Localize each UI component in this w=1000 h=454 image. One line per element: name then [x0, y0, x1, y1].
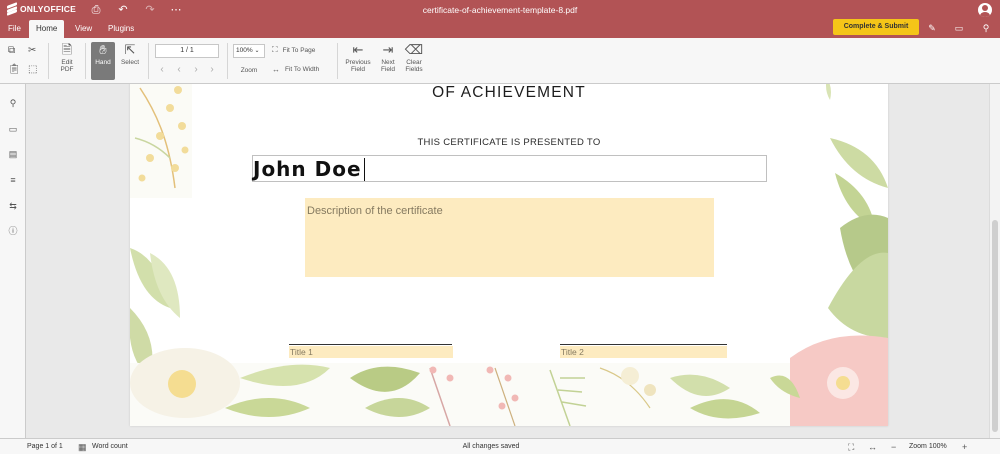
comments-icon[interactable]: ▭ — [7, 123, 19, 135]
next-page-icon[interactable]: › — [191, 64, 201, 75]
cursor-icon: ⇱ — [124, 42, 136, 57]
chevron-down-icon: ⌄ — [254, 48, 260, 54]
zoom-level: Zoom 100% — [909, 443, 947, 450]
user-avatar[interactable] — [978, 3, 992, 17]
page-number-input[interactable]: 1 / 1 — [155, 44, 219, 58]
chat-icon[interactable]: ▤ — [7, 148, 19, 160]
select-label: Select — [120, 59, 140, 66]
toolbar-separator — [148, 43, 149, 79]
zoom-label: Zoom — [240, 67, 258, 74]
tab-home[interactable]: Home — [29, 20, 65, 38]
pdf-page: OF ACHIEVEMENT THIS CERTIFICATE IS PRESE… — [130, 84, 888, 426]
recipient-name-field[interactable]: John Doe — [252, 155, 767, 182]
previous-field-label: Previous Field — [345, 59, 371, 73]
hand-tool-button[interactable]: ✋︎ Hand — [91, 42, 115, 80]
toolbar-separator — [227, 43, 228, 79]
status-bar: Page 1 of 1 ▦ Word count All changes sav… — [0, 438, 1000, 454]
edit-pdf-icon: 🗎︎ — [61, 42, 73, 57]
fit-to-width-icon: ↔ — [272, 65, 280, 74]
toolbar-separator — [85, 43, 86, 79]
vertical-scrollbar[interactable] — [989, 84, 1000, 438]
next-field-icon: ⇥ — [382, 42, 394, 57]
search-icon[interactable]: ⚲ — [7, 97, 19, 109]
signature-line-1 — [289, 344, 452, 345]
title-2-field[interactable]: Title 2 — [560, 346, 727, 358]
fit-to-page-icon[interactable]: ⛶ — [848, 441, 854, 453]
zoom-out-icon[interactable]: − — [891, 441, 896, 453]
clear-fields-button[interactable]: ⌫ Clear Fields — [402, 42, 426, 80]
next-field-label: Next Field — [380, 59, 396, 73]
hand-icon: ✋︎ — [99, 42, 107, 57]
recipient-name-value: John Doe — [253, 157, 362, 181]
fit-to-page-button[interactable]: ⛶ Fit To Page — [272, 45, 315, 55]
zoom-value: 100% — [236, 47, 253, 54]
zoom-select[interactable]: 100% ⌄ — [233, 44, 265, 58]
save-status: All changes saved — [462, 443, 520, 450]
signature-line-2 — [560, 344, 727, 345]
copy-icon[interactable]: ⧉ — [8, 45, 15, 57]
tab-view[interactable]: View — [68, 20, 99, 38]
description-field[interactable]: Description of the certificate — [305, 198, 714, 277]
navigation-icon[interactable]: ≡ — [7, 174, 19, 186]
thumbnails-icon[interactable]: ⇆ — [7, 200, 19, 212]
toolbar-separator — [337, 43, 338, 79]
tab-file[interactable]: File — [1, 20, 28, 38]
title-bar: ONLYOFFICE ⎙ ↶ ↷ ⋯ certificate-of-achiev… — [0, 0, 1000, 20]
hand-label: Hand — [95, 59, 111, 66]
open-folder-icon[interactable]: ▭ — [953, 22, 965, 34]
text-caret — [364, 158, 365, 181]
next-field-button[interactable]: ⇥ Next Field — [377, 42, 399, 80]
document-viewport[interactable]: OF ACHIEVEMENT THIS CERTIFICATE IS PRESE… — [27, 84, 989, 438]
clear-fields-label: Clear Fields — [405, 59, 423, 73]
left-sidebar: ⚲ ▭ ▤ ≡ ⇆ ⓘ — [0, 84, 26, 438]
edit-pdf-button[interactable]: 🗎︎ Edit PDF — [56, 42, 78, 80]
certificate-heading: OF ACHIEVEMENT — [432, 84, 586, 101]
fit-to-width-label: Fit To Width — [285, 66, 320, 73]
toolbar-separator — [48, 43, 49, 79]
edit-pdf-label: Edit PDF — [60, 59, 74, 73]
complete-submit-button[interactable]: Complete & Submit — [833, 19, 919, 35]
fit-to-page-label: Fit To Page — [282, 46, 316, 54]
fit-to-page-icon: ⛶ — [272, 45, 278, 54]
select-all-icon[interactable]: ⬚ — [28, 64, 37, 76]
cut-icon[interactable]: ✂ — [28, 45, 36, 57]
description-placeholder: Description of the certificate — [307, 205, 443, 217]
scrollbar-thumb[interactable] — [992, 220, 998, 432]
fit-to-width-button[interactable]: ↔ Fit To Width — [272, 65, 319, 74]
eraser-icon: ⌫ — [404, 42, 424, 57]
fit-to-width-icon[interactable]: ↔ — [868, 441, 877, 453]
presented-to-text: THIS CERTIFICATE IS PRESENTED TO — [417, 137, 601, 148]
previous-field-icon: ⇤ — [352, 42, 364, 57]
document-title: certificate-of-achievement-template-8.pd… — [422, 5, 578, 15]
title-1-field[interactable]: Title 1 — [289, 346, 453, 358]
first-page-icon[interactable]: ‹ — [157, 64, 167, 75]
previous-field-button[interactable]: ⇤ Previous Field — [343, 42, 373, 80]
toolbar: ⧉ ✂ 📋︎ ⬚ 🗎︎ Edit PDF ✋︎ Hand ⇱ Select 1 … — [0, 38, 1000, 84]
edit-pencil-icon[interactable]: ✎ — [926, 22, 938, 34]
select-tool-button[interactable]: ⇱ Select — [118, 42, 142, 80]
last-page-icon[interactable]: › — [207, 64, 217, 75]
zoom-in-icon[interactable]: + — [962, 441, 967, 453]
previous-page-icon[interactable]: ‹ — [174, 64, 184, 75]
paste-icon[interactable]: 📋︎ — [8, 64, 21, 76]
info-icon[interactable]: ⓘ — [7, 225, 19, 237]
search-icon[interactable]: ⚲ — [980, 22, 992, 34]
tab-plugins[interactable]: Plugins — [101, 20, 141, 38]
